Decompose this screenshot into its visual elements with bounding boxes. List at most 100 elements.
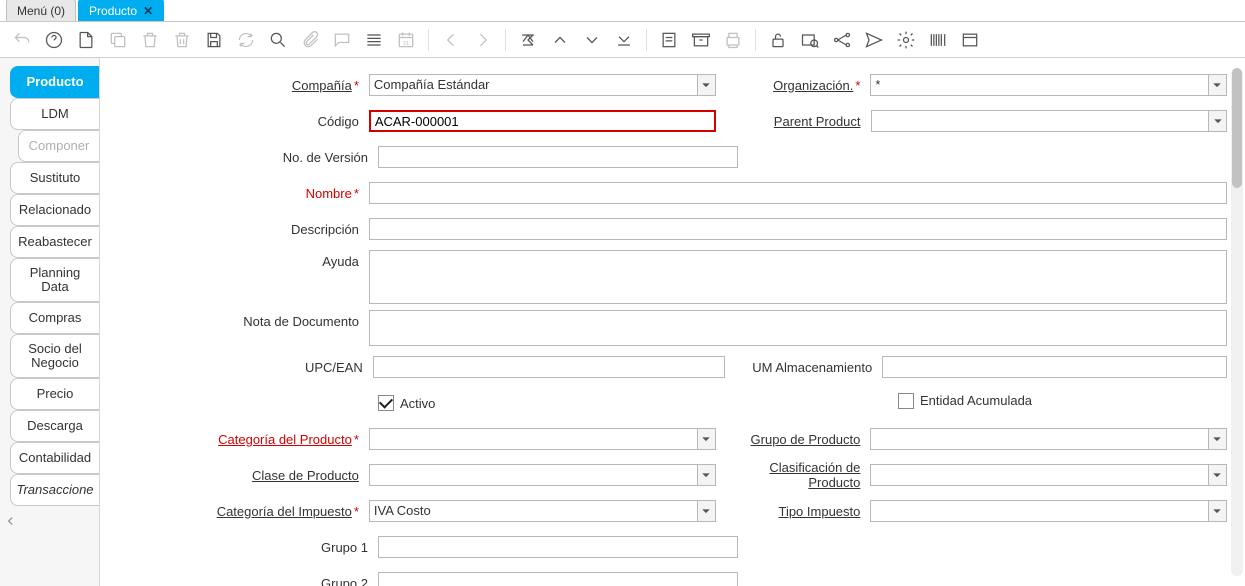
sidebar-item-5[interactable]: Reabastecer (10, 226, 99, 258)
request-icon[interactable] (862, 28, 886, 52)
field-upc[interactable] (373, 356, 726, 378)
next-icon (471, 28, 495, 52)
field-organizacion[interactable]: * (870, 74, 1227, 96)
save-icon[interactable] (202, 28, 226, 52)
search-icon[interactable] (266, 28, 290, 52)
help-icon[interactable] (42, 28, 66, 52)
new-icon[interactable] (74, 28, 98, 52)
chevron-down-icon[interactable] (1208, 75, 1226, 95)
label-entidad: Entidad Acumulada (920, 393, 1032, 408)
field-grupoprod[interactable] (870, 428, 1227, 450)
sidebar-item-7[interactable]: Compras (10, 302, 99, 334)
prev-icon (439, 28, 463, 52)
workflow-icon[interactable] (830, 28, 854, 52)
field-tipoimp[interactable] (870, 500, 1227, 522)
sidebar-item-10[interactable]: Descarga (10, 410, 99, 442)
field-clasif[interactable] (870, 464, 1227, 486)
delete-icon (138, 28, 162, 52)
sidebar-item-2: Componer (18, 130, 99, 162)
label-umalm: UM Almacenamiento (752, 360, 872, 375)
toolbar: 31 (0, 22, 1245, 58)
window-tabbar: Menú (0) Producto ✕ (0, 0, 1245, 22)
label-grupoprod: Grupo de Producto (751, 432, 861, 447)
tab-producto-label: Producto (89, 4, 137, 18)
label-clasif: Clasificación de Producto (716, 460, 861, 490)
label-activo: Activo (400, 396, 435, 411)
first-icon[interactable] (516, 28, 540, 52)
chevron-down-icon[interactable] (697, 429, 715, 449)
sidebar-item-6[interactable]: Planning Data (10, 258, 99, 302)
tab-menu-label: Menú (0) (17, 4, 65, 18)
last-icon[interactable] (612, 28, 636, 52)
calendar-icon: 31 (394, 28, 418, 52)
tab-menu[interactable]: Menú (0) (6, 0, 76, 21)
check-icon (898, 393, 914, 409)
sidebar-collapse[interactable] (4, 514, 99, 528)
main: ProductoLDMComponerSustitutoRelacionadoR… (0, 58, 1245, 586)
tab-producto[interactable]: Producto ✕ (78, 0, 164, 21)
label-version: No. de Versión (283, 150, 368, 165)
chevron-down-icon[interactable] (1208, 111, 1226, 131)
undo-icon (10, 28, 34, 52)
sidebar: ProductoLDMComponerSustitutoRelacionadoR… (0, 58, 100, 586)
grid-toggle-icon[interactable] (362, 28, 386, 52)
label-catprod: Categoría del Producto (218, 432, 352, 447)
sidebar-item-12[interactable]: Transaccione (10, 474, 99, 506)
report-icon[interactable] (657, 28, 681, 52)
sidebar-item-1[interactable]: LDM (10, 98, 99, 130)
form-panel: Compañía * Compañía Estándar Organización… (100, 58, 1245, 586)
sidebar-item-11[interactable]: Contabilidad (10, 442, 99, 474)
print-icon (721, 28, 745, 52)
field-catprod[interactable] (369, 428, 716, 450)
label-grupo2: Grupo 2 (321, 576, 368, 586)
field-descripcion[interactable] (369, 218, 1227, 240)
copy-icon (106, 28, 130, 52)
sidebar-item-0[interactable]: Producto (10, 66, 99, 98)
field-grupo2[interactable] (378, 572, 738, 586)
label-claseprod: Clase de Producto (252, 468, 359, 483)
chevron-down-icon[interactable] (697, 501, 715, 521)
archive-icon[interactable] (689, 28, 713, 52)
field-grupo1[interactable] (378, 536, 738, 558)
field-ayuda[interactable] (369, 250, 1227, 304)
up-icon[interactable] (548, 28, 572, 52)
gear-icon[interactable] (894, 28, 918, 52)
field-compania[interactable]: Compañía Estándar (369, 74, 716, 96)
chevron-down-icon[interactable] (1208, 429, 1226, 449)
sidebar-item-3[interactable]: Sustituto (10, 162, 99, 194)
checkbox-activo[interactable]: Activo (378, 395, 435, 411)
sidebar-item-8[interactable]: Socio del Negocio (10, 334, 99, 378)
quickinfo-icon[interactable] (958, 28, 982, 52)
refresh-icon (234, 28, 258, 52)
sidebar-item-9[interactable]: Precio (10, 378, 99, 410)
chevron-down-icon[interactable] (1208, 501, 1226, 521)
label-catimp: Categoría del Impuesto (217, 504, 352, 519)
field-umalm[interactable] (882, 356, 1227, 378)
down-icon[interactable] (580, 28, 604, 52)
scrollbar-thumb[interactable] (1232, 68, 1242, 188)
field-parent[interactable] (871, 110, 1227, 132)
scrollbar[interactable] (1231, 68, 1243, 576)
lock-icon[interactable] (766, 28, 790, 52)
field-claseprod[interactable] (369, 464, 716, 486)
chevron-down-icon[interactable] (697, 465, 715, 485)
field-nombre[interactable] (369, 182, 1227, 204)
field-codigo[interactable] (369, 110, 716, 132)
label-organizacion: Organización. (773, 78, 853, 93)
checkbox-entidad[interactable]: Entidad Acumulada (898, 393, 1032, 409)
field-nota[interactable] (369, 310, 1227, 346)
label-compania: Compañía (292, 78, 352, 93)
label-ayuda: Ayuda (322, 254, 359, 269)
label-nombre: Nombre (306, 186, 352, 201)
chevron-down-icon[interactable] (697, 75, 715, 95)
label-upc: UPC/EAN (305, 360, 363, 375)
delete-selection-icon (170, 28, 194, 52)
value-catimp: IVA Costo (370, 501, 697, 521)
field-catimp[interactable]: IVA Costo (369, 500, 716, 522)
chevron-down-icon[interactable] (1208, 465, 1226, 485)
sidebar-item-4[interactable]: Relacionado (10, 194, 99, 226)
field-version[interactable] (378, 146, 738, 168)
zoom-across-icon[interactable] (798, 28, 822, 52)
close-icon[interactable]: ✕ (143, 4, 153, 18)
barcode-icon[interactable] (926, 28, 950, 52)
